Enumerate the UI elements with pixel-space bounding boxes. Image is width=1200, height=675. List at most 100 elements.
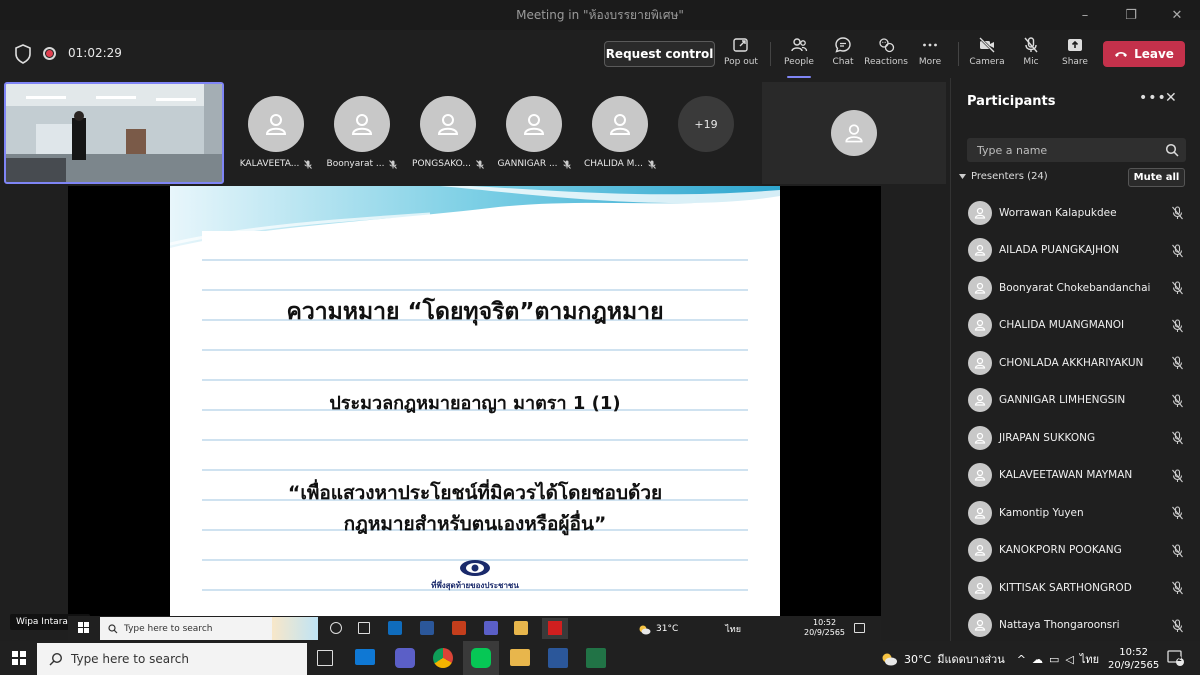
participant-row[interactable]: Nattaya Thongaroonsri [951,607,1200,645]
participant-tile[interactable]: KALAVEETA... [236,96,316,169]
participant-tile[interactable]: CHALIDA M... [580,96,660,169]
mic-off-icon[interactable] [1171,281,1184,295]
participant-row[interactable]: KANOKPORN POOKANG [951,532,1200,570]
person-icon [974,582,986,594]
chat-button[interactable]: Chat [821,36,865,74]
task-view-icon[interactable] [317,650,333,666]
participant-row[interactable]: JIRAPAN SUKKONG [951,419,1200,457]
mail-icon[interactable] [355,649,375,665]
outlook-icon [388,621,402,635]
chrome-icon[interactable] [433,648,453,668]
chat-icon [835,37,851,53]
chat-label: Chat [832,57,854,67]
close-window-button[interactable]: ✕ [1154,0,1200,30]
self-video-tile[interactable] [4,82,224,184]
people-button[interactable]: People [777,36,821,78]
mic-off-icon[interactable] [1171,468,1184,483]
weather-icon [882,653,897,666]
mic-off-icon[interactable] [1171,356,1184,370]
mic-off-icon[interactable] [1171,506,1184,520]
taskbar-clock[interactable]: 10:52 20/9/2565 [1108,646,1159,672]
request-control-button[interactable]: Request control [604,41,715,67]
participant-row[interactable]: Worrawan Kalapukdee [951,194,1200,232]
mic-off-icon[interactable] [1171,618,1184,633]
participant-row[interactable]: KALAVEETAWAN MAYMAN [951,457,1200,495]
presenters-section-toggle[interactable]: Presenters (24) [959,171,1048,182]
mic-button[interactable]: Mic [1009,36,1053,74]
mic-off-icon[interactable] [1171,393,1184,408]
participant-tile[interactable]: GANNIGAR ... [494,96,574,169]
window-controls: – ❐ ✕ [1062,0,1200,30]
notification-center-icon[interactable]: 2 [1167,650,1185,666]
participant-name: JIRAPAN SUKKONG [999,431,1096,444]
onedrive-icon[interactable]: ☁ [1032,653,1043,666]
search-icon [1165,143,1179,157]
participant-tile[interactable]: Boonyarat ... [322,96,402,169]
avatar [968,425,992,450]
tile-name: CHALIDA M... [583,159,643,169]
share-button[interactable]: Share [1053,36,1097,74]
taskbar-search-box[interactable]: Type here to search [37,643,307,675]
line-app-active[interactable] [463,641,499,675]
language-indicator[interactable]: ไทย [1080,650,1099,668]
file-explorer-icon[interactable] [510,649,530,666]
search-icon [49,652,63,666]
mic-off-icon[interactable] [1171,243,1184,258]
word-icon[interactable] [548,648,568,668]
classroom-video-image [6,84,222,182]
participant-row[interactable]: Kamontip Yuyen [951,494,1200,532]
mic-off-icon[interactable] [1171,431,1184,445]
shared-time: 10:52 [812,618,837,627]
teams-icon[interactable] [395,648,415,668]
more-button[interactable]: More [908,36,952,74]
recording-indicator-icon [43,47,56,60]
shared-taskbar-search: Type here to search [100,617,318,640]
participant-row[interactable]: CHALIDA MUANGMANOI [951,307,1200,345]
network-icon[interactable]: ▭ [1049,653,1059,666]
participant-large-tile[interactable] [762,82,946,184]
camera-button[interactable]: Camera [965,36,1009,74]
shield-icon[interactable] [14,44,32,64]
mic-off-icon[interactable] [1171,543,1184,558]
share-icon [1068,39,1082,51]
tile-name-row: Boonyarat ... [327,159,398,169]
leave-button[interactable]: Leave [1103,41,1185,67]
excel-icon[interactable] [586,648,606,668]
shared-date: 20/9/2565 [804,628,846,637]
chevron-up-icon[interactable]: ^ [1017,653,1026,666]
ombudsman-logo-icon [460,560,490,576]
tile-name: KALAVEETA... [239,159,300,169]
participant-name: CHONLADA AKKHARIYAKUN [999,356,1144,369]
participant-tile[interactable]: PONGSAKO... [408,96,488,169]
mic-off-icon[interactable] [1171,206,1184,220]
participant-row[interactable]: KITTISAK SARTHONGROD [951,569,1200,607]
mic-off-icon[interactable] [1171,581,1184,595]
participant-row[interactable]: GANNIGAR LIMHENGSIN [951,382,1200,420]
maximize-button[interactable]: ❐ [1108,0,1154,30]
participant-row[interactable]: CHONLADA AKKHARIYAKUN [951,344,1200,382]
person-icon [974,207,986,219]
participant-name: CHALIDA MUANGMANOI [999,319,1125,332]
windows-start-button[interactable] [12,651,26,665]
acrobat-active-icon [542,618,568,639]
participant-row[interactable]: Boonyarat Chokebandanchai [951,269,1200,307]
participant-row[interactable]: AILADA PUANGKAJHON [951,232,1200,270]
overflow-participants-button[interactable]: +19 [678,96,734,152]
panel-more-options-icon[interactable]: ••• [1139,90,1167,106]
minimize-button[interactable]: – [1062,0,1108,30]
mute-all-button[interactable]: Mute all [1128,168,1185,187]
volume-icon[interactable]: ◁ [1065,653,1073,666]
shared-lang: ไทย [725,625,741,635]
shared-notification-icon [854,623,865,633]
leave-label: Leave [1134,47,1174,61]
panel-close-icon[interactable]: ✕ [1165,90,1177,106]
shared-screen[interactable]: ความหมาย “โดยทุจริต”ตามกฎหมาย ประมวลกฎหม… [10,186,881,641]
popout-button[interactable]: Pop out [719,36,763,74]
windows-start-icon [78,622,89,633]
person-icon [974,282,986,294]
participant-search-input[interactable] [967,138,1186,162]
taskbar-weather-temp[interactable]: 30°C [904,653,931,666]
reactions-button[interactable]: Reactions [864,36,908,74]
chevron-down-icon [959,174,966,179]
mic-off-icon[interactable] [1171,318,1184,333]
